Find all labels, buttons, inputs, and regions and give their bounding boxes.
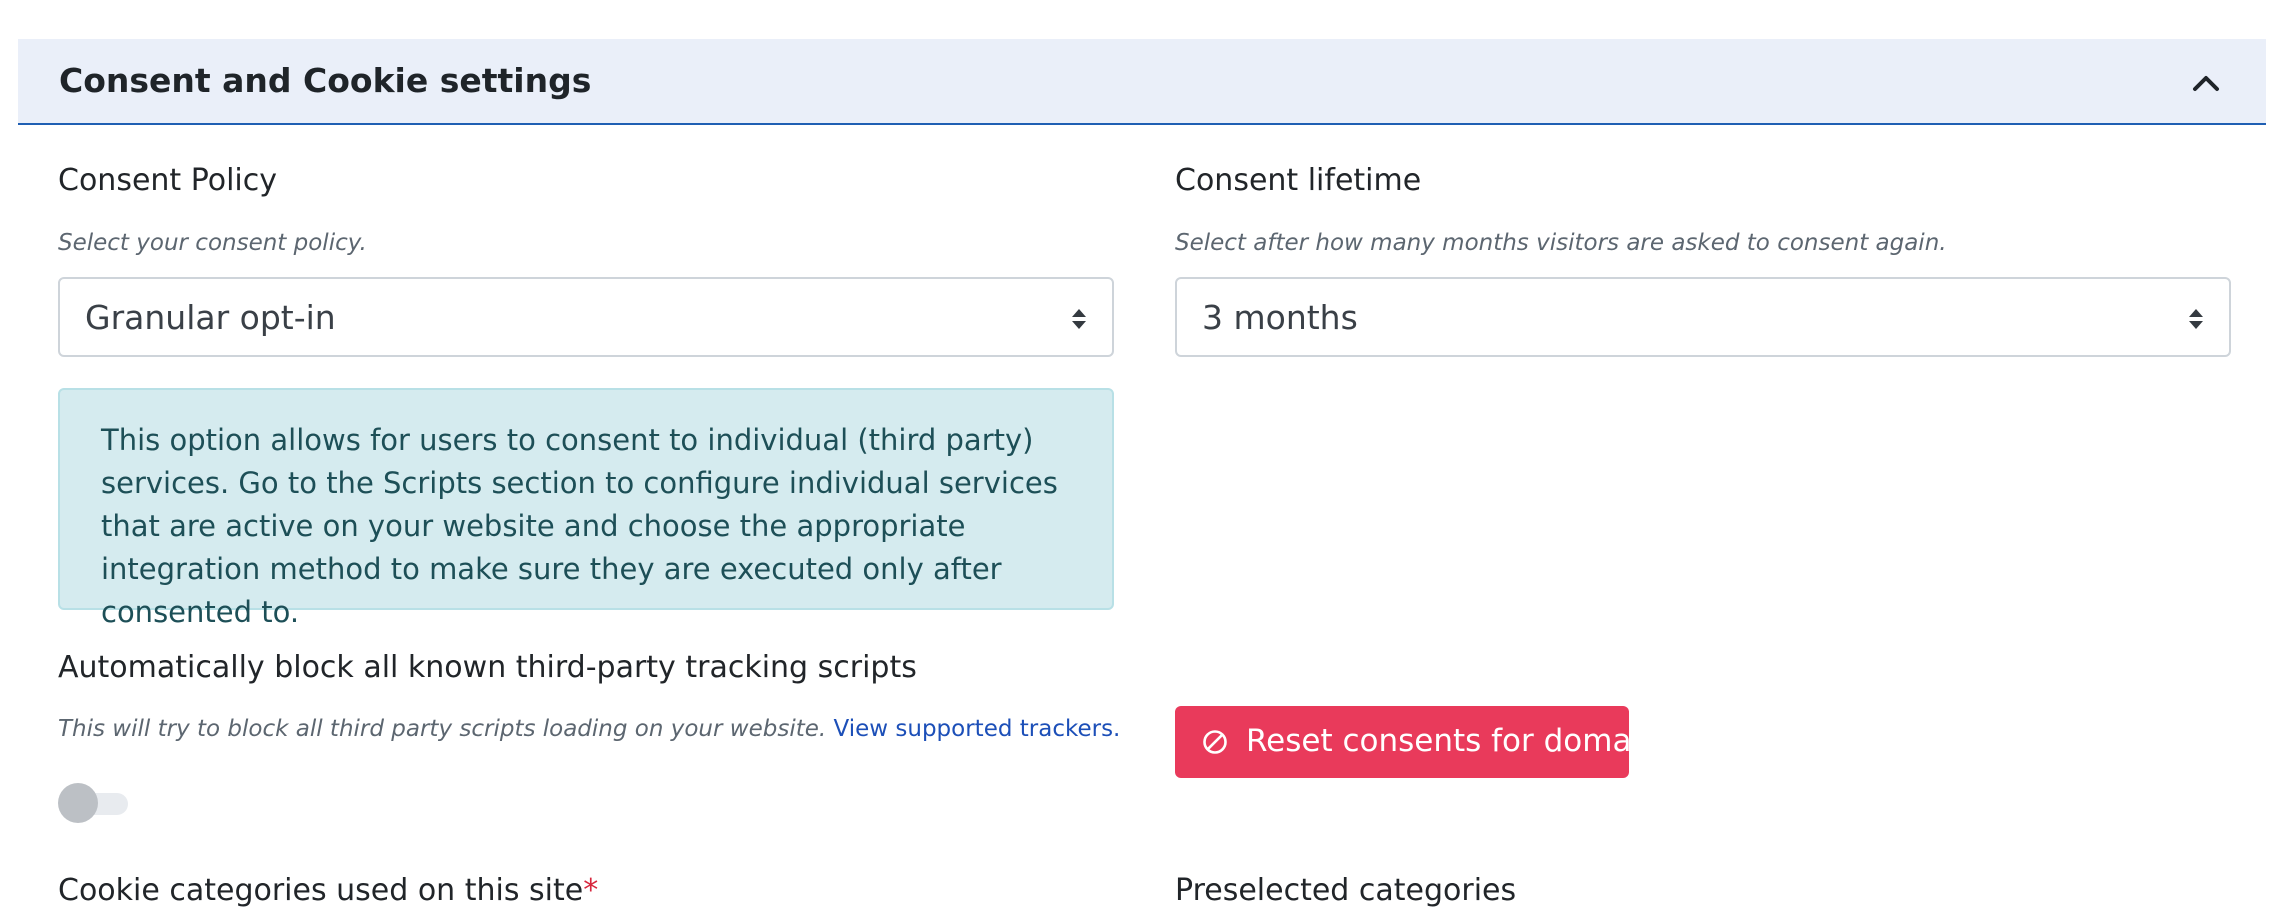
auto-block-help: This will try to block all third party s… — [58, 716, 1120, 742]
sort-caret-icon — [1070, 307, 1088, 331]
cookie-categories-label-text: Cookie categories used on this site — [58, 873, 584, 908]
consent-policy-select[interactable]: Granular opt-in — [58, 277, 1114, 357]
auto-block-toggle[interactable] — [58, 783, 130, 823]
policy-info-text: This option allows for users to consent … — [101, 423, 1058, 629]
required-marker: * — [583, 873, 599, 908]
auto-block-help-text: This will try to block all third party s… — [58, 716, 827, 742]
consent-lifetime-value: 3 months — [1202, 298, 1358, 337]
policy-info-alert: This option allows for users to consent … — [58, 388, 1114, 629]
cookie-categories-label: Cookie categories used on this site* — [58, 873, 598, 908]
reset-consents-label: Reset consents for domain — [1246, 723, 1660, 759]
reset-consents-button[interactable]: Reset consents for domain — [1175, 706, 1660, 778]
chevron-up-icon[interactable] — [2188, 65, 2224, 99]
consent-lifetime-select[interactable]: 3 months — [1175, 277, 2231, 357]
auto-block-label: Automatically block all known third-part… — [58, 650, 917, 685]
section-title: Consent and Cookie settings — [59, 61, 592, 100]
ban-icon — [1202, 729, 1228, 755]
sort-caret-icon — [2187, 307, 2205, 331]
consent-policy-value: Granular opt-in — [85, 298, 336, 337]
consent-lifetime-help: Select after how many months visitors ar… — [1175, 230, 1947, 256]
preselected-categories-label: Preselected categories — [1175, 873, 1517, 908]
section-header[interactable]: Consent and Cookie settings — [18, 39, 2266, 125]
toggle-knob — [58, 783, 98, 823]
consent-policy-help: Select your consent policy. — [58, 230, 367, 256]
consent-policy-label: Consent Policy — [58, 163, 278, 198]
consent-lifetime-label: Consent lifetime — [1175, 163, 1422, 198]
view-supported-trackers-link[interactable]: View supported trackers. — [834, 716, 1121, 742]
